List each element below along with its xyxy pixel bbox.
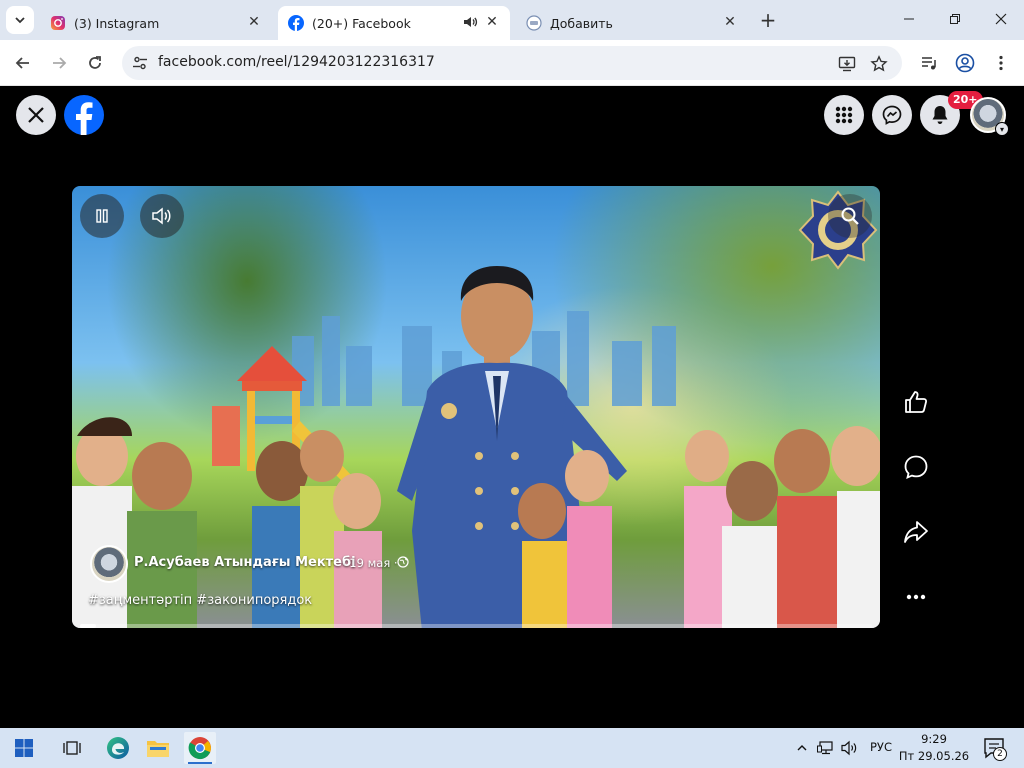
- volume-tray-button[interactable]: [840, 738, 860, 758]
- share-button[interactable]: [896, 512, 936, 552]
- close-window-button[interactable]: [978, 0, 1024, 38]
- tab-title: Добавить: [550, 15, 613, 31]
- new-tab-button[interactable]: +: [756, 8, 780, 32]
- globe-icon: [397, 556, 409, 568]
- post-date[interactable]: · 19 мая ·: [342, 556, 398, 570]
- address-bar[interactable]: facebook.com/reel/1294203122316317: [122, 46, 902, 80]
- windows-taskbar: РУС 9:29 Пт 29.05.26 2: [0, 728, 1024, 768]
- edge-icon: [107, 737, 129, 759]
- browser-toolbar: facebook.com/reel/1294203122316317: [0, 40, 1024, 86]
- task-view-icon: [63, 741, 81, 755]
- author-name[interactable]: Р.Асубаев Атындағы Мектебі: [134, 555, 356, 570]
- pause-button[interactable]: [80, 194, 124, 238]
- clock-time: 9:29: [921, 732, 947, 746]
- tab-facebook[interactable]: (20+) Facebook ✕: [278, 6, 510, 40]
- bell-icon: [932, 106, 948, 124]
- comment-button[interactable]: [896, 447, 936, 487]
- thumbs-up-icon: [905, 391, 928, 413]
- media-control-icon: [922, 57, 936, 70]
- network-icon: [817, 741, 833, 755]
- tune-icon[interactable]: [132, 55, 148, 71]
- back-button[interactable]: [9, 49, 37, 77]
- like-button[interactable]: [896, 382, 936, 422]
- arrow-right-icon: [53, 57, 67, 69]
- author-avatar[interactable]: [90, 545, 128, 583]
- file-explorer-taskbar-button[interactable]: [142, 732, 174, 764]
- tab-add[interactable]: Добавить ✕: [516, 6, 748, 40]
- close-icon: ✕: [724, 14, 736, 30]
- media-control-button[interactable]: [918, 52, 940, 74]
- tab-strip: (3) Instagram ✕ (20+) Facebook ✕ Добавит…: [0, 0, 1024, 40]
- profile-icon: [955, 53, 975, 73]
- site-favicon-icon: [526, 15, 542, 31]
- more-options-button[interactable]: [896, 577, 936, 617]
- close-icon: ✕: [486, 14, 498, 30]
- clock-date: Пт 29.05.26: [898, 749, 970, 763]
- chevron-up-icon: [797, 745, 807, 751]
- input-language[interactable]: РУС: [870, 740, 892, 754]
- facebook-icon: [76, 102, 93, 135]
- kebab-menu-icon: [999, 55, 1003, 71]
- volume-icon: [152, 207, 171, 225]
- star-icon[interactable]: [870, 55, 888, 73]
- task-view-button[interactable]: [56, 732, 88, 764]
- tab-search-button[interactable]: [6, 6, 34, 34]
- chrome-icon: [188, 737, 211, 760]
- messenger-icon: [882, 105, 902, 125]
- speaker-icon[interactable]: [462, 14, 478, 30]
- instagram-icon: [51, 16, 65, 30]
- comment-icon: [904, 455, 928, 480]
- close-tab-button[interactable]: ✕: [484, 14, 500, 30]
- show-hidden-icons-button[interactable]: [792, 738, 812, 758]
- reload-button[interactable]: [81, 49, 109, 77]
- chevron-down-icon: [15, 17, 25, 24]
- close-tab-button[interactable]: ✕: [722, 14, 738, 30]
- tab-instagram[interactable]: (3) Instagram ✕: [40, 6, 272, 40]
- account-chevron-icon[interactable]: ▾: [995, 122, 1009, 136]
- minimize-icon: [904, 18, 914, 20]
- reel-viewer: 20+ ▾ Р.Асубаев Атындағы Мектебі · 19 ма…: [0, 87, 1024, 727]
- close-icon: ✕: [248, 14, 260, 30]
- close-tab-button[interactable]: ✕: [246, 14, 262, 30]
- post-hashtags[interactable]: #заңментәртіп #законипорядок: [88, 593, 312, 608]
- close-icon: [28, 107, 44, 123]
- menu-button[interactable]: [824, 95, 864, 135]
- search-icon: [841, 207, 859, 225]
- close-reel-button[interactable]: [16, 95, 56, 135]
- install-app-icon[interactable]: [838, 55, 856, 73]
- chrome-taskbar-button[interactable]: [184, 732, 216, 764]
- close-icon: [995, 13, 1007, 25]
- minimize-button[interactable]: [886, 0, 932, 38]
- windows-start-icon: [15, 739, 33, 757]
- video-progress-fill: [80, 624, 96, 628]
- profile-button[interactable]: [954, 52, 976, 74]
- reload-icon: [89, 56, 101, 69]
- network-button[interactable]: [816, 738, 836, 758]
- share-icon: [904, 521, 928, 543]
- speaker-icon: [841, 740, 857, 756]
- clock[interactable]: 9:29 Пт 29.05.26: [898, 731, 970, 765]
- facebook-logo[interactable]: [64, 95, 104, 135]
- volume-button[interactable]: [140, 194, 184, 238]
- tab-title: (20+) Facebook: [312, 15, 411, 31]
- forward-button[interactable]: [45, 49, 73, 77]
- video-progress-bar[interactable]: [80, 624, 872, 628]
- pause-icon: [96, 209, 108, 223]
- url-text[interactable]: facebook.com/reel/1294203122316317: [158, 54, 435, 70]
- tab-title: (3) Instagram: [74, 15, 160, 31]
- arrow-left-icon: [15, 57, 29, 69]
- notification-count: 2: [993, 747, 1007, 761]
- restore-button[interactable]: [932, 0, 978, 38]
- chrome-menu-button[interactable]: [990, 52, 1012, 74]
- restore-icon: [950, 14, 960, 24]
- start-button[interactable]: [8, 732, 40, 764]
- plus-icon: +: [759, 8, 777, 32]
- facebook-icon: [288, 15, 304, 31]
- grid-menu-icon: [835, 106, 853, 124]
- search-reel-button[interactable]: [828, 194, 872, 238]
- messenger-button[interactable]: [872, 95, 912, 135]
- folder-icon: [147, 741, 169, 757]
- edge-taskbar-button[interactable]: [102, 732, 134, 764]
- more-horizontal-icon: [906, 594, 926, 600]
